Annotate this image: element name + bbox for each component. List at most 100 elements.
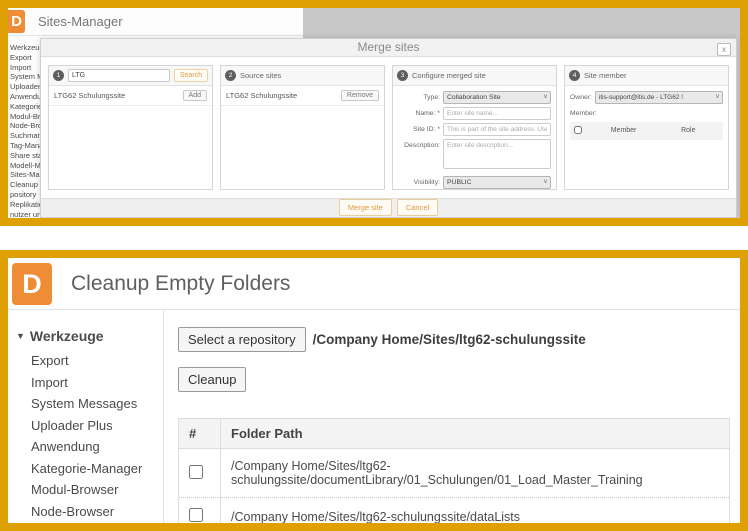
main-content: Select a repository /Company Home/Sites/… bbox=[165, 310, 740, 523]
member-table: Member Role bbox=[570, 122, 723, 140]
step4-header: 4 Site member bbox=[565, 66, 728, 86]
sidebar-item[interactable]: Anwendung bbox=[16, 436, 157, 458]
site-search-input[interactable] bbox=[68, 69, 170, 82]
sidebar-item[interactable]: Replikation bbox=[8, 200, 44, 210]
site-id-input[interactable] bbox=[443, 123, 551, 136]
chevron-down-icon: v bbox=[544, 94, 547, 100]
sidebar-item[interactable]: Modell-Ma bbox=[8, 161, 44, 171]
site-name-input[interactable] bbox=[443, 107, 551, 120]
sites-manager-window: D Sites-Manager WerkzeugExportImportSyst… bbox=[0, 0, 748, 226]
chevron-down-icon: v bbox=[716, 94, 719, 100]
table-header-row: # Folder Path bbox=[179, 419, 730, 449]
app-logo: D bbox=[8, 10, 25, 33]
select-all-members-checkbox[interactable] bbox=[574, 126, 582, 134]
sidebar-item[interactable]: Kategorie-Manager bbox=[16, 458, 157, 480]
sidebar-item[interactable]: Suchmanager bbox=[16, 522, 157, 523]
select-repository-button[interactable]: Select a repository bbox=[178, 327, 306, 352]
visibility-select-value: PUBLIC bbox=[447, 179, 472, 186]
remove-button[interactable]: Remove bbox=[341, 90, 379, 101]
number-column-header: # bbox=[179, 419, 221, 449]
sidebar-item[interactable]: Anwendun bbox=[8, 92, 44, 102]
step1-search-sites: 1 Search LTG62 Schulungssite Add bbox=[48, 65, 213, 190]
merge-site-button[interactable]: Merge site bbox=[339, 199, 392, 216]
step1-number-badge: 1 bbox=[53, 70, 64, 81]
cleanup-empty-folders-window: D Cleanup Empty Folders ▼ Werkzeuge Expo… bbox=[0, 250, 748, 531]
description-textarea[interactable] bbox=[443, 139, 551, 169]
dialog-title: Merge sites bbox=[357, 40, 419, 54]
sidebar-item[interactable]: Share stati bbox=[8, 151, 44, 161]
sidebar-item[interactable]: Suchmana bbox=[8, 131, 44, 141]
role-column-header: Role bbox=[677, 122, 723, 140]
cleanup-button[interactable]: Cleanup bbox=[178, 367, 246, 392]
repository-row: Select a repository /Company Home/Sites/… bbox=[178, 327, 730, 352]
step3-title: Configure merged site bbox=[412, 71, 486, 80]
type-select[interactable]: Collaboration Site v bbox=[443, 91, 551, 104]
sidebar-group-werkzeuge[interactable]: ▼ Werkzeuge bbox=[16, 328, 157, 344]
sidebar-item[interactable]: Sites-Mana bbox=[8, 170, 44, 180]
sidebar-item[interactable]: Cleanup Fo bbox=[8, 180, 44, 190]
type-label: Type: bbox=[398, 91, 440, 101]
step2-title: Source sites bbox=[240, 71, 281, 80]
owner-label: Owner: bbox=[570, 94, 592, 101]
member-column-header: Member bbox=[607, 122, 677, 140]
search-button[interactable]: Search bbox=[174, 69, 208, 82]
sidebar-item[interactable]: nutzer un bbox=[8, 210, 44, 218]
sidebar-item[interactable]: System Messages bbox=[16, 393, 157, 415]
dialog-body: 1 Search LTG62 Schulungssite Add 2 Sourc… bbox=[41, 57, 736, 198]
sidebar-item[interactable]: Import bbox=[16, 372, 157, 394]
step3-header: 3 Configure merged site bbox=[393, 66, 556, 86]
owner-select[interactable]: itis-support@itis.de - LTG62 ! v bbox=[595, 91, 723, 104]
name-label: Name: * bbox=[398, 107, 440, 117]
step1-header: 1 Search bbox=[49, 66, 212, 86]
sidebar-item[interactable]: Export bbox=[16, 350, 157, 372]
merge-sites-dialog: Merge sites x 1 Search LTG62 Schulungssi… bbox=[40, 38, 737, 218]
step2-number-badge: 2 bbox=[225, 70, 236, 81]
row-checkbox[interactable] bbox=[189, 465, 203, 479]
table-row: /Company Home/Sites/ltg62-schulungssite/… bbox=[179, 449, 730, 498]
chevron-down-icon: v bbox=[544, 179, 547, 185]
visibility-label: Visibility: bbox=[398, 176, 440, 186]
member-label: Member: bbox=[570, 110, 723, 117]
sidebar-item[interactable]: Tag-Manag bbox=[8, 141, 44, 151]
sidebar-item[interactable]: pository bbox=[8, 190, 44, 200]
sidebar-item[interactable]: Kategorie-M bbox=[8, 102, 44, 112]
step3-configure-site: 3 Configure merged site Type: Collaborat… bbox=[392, 65, 557, 190]
sidebar-item[interactable]: Node-Browser bbox=[16, 501, 157, 523]
cancel-button[interactable]: Cancel bbox=[397, 199, 438, 216]
site-member-body: Owner: itis-support@itis.de - LTG62 ! v … bbox=[565, 86, 728, 145]
source-site-row: LTG62 Schulungssite Remove bbox=[221, 86, 384, 106]
sidebar-item[interactable]: Node-Brow bbox=[8, 121, 44, 131]
search-result-name: LTG62 Schulungssite bbox=[54, 91, 125, 100]
tools-sidebar: WerkzeugExportImportSystem MeUploader PA… bbox=[8, 36, 44, 218]
folder-path-cell: /Company Home/Sites/ltg62-schulungssite/… bbox=[221, 498, 730, 524]
table-row: /Company Home/Sites/ltg62-schulungssite/… bbox=[179, 498, 730, 524]
sidebar-item[interactable]: Modul-Bro bbox=[8, 112, 44, 122]
page-header: D Cleanup Empty Folders bbox=[8, 258, 740, 310]
sidebar-item[interactable]: Modul-Browser bbox=[16, 479, 157, 501]
sidebar-item[interactable]: Werkzeug bbox=[8, 43, 44, 53]
dialog-header: Merge sites x bbox=[41, 39, 736, 57]
cleanup-row: Cleanup bbox=[178, 367, 730, 392]
add-button[interactable]: Add bbox=[183, 90, 207, 101]
titlebar: D Sites-Manager bbox=[8, 8, 303, 36]
close-icon[interactable]: x bbox=[717, 43, 731, 56]
folder-path-column-header: Folder Path bbox=[221, 419, 730, 449]
configure-form: Type: Collaboration Site v Name: * Site … bbox=[393, 86, 556, 189]
step2-source-sites: 2 Source sites LTG62 Schulungssite Remov… bbox=[220, 65, 385, 190]
app-logo-letter: D bbox=[22, 269, 42, 299]
sidebar-item[interactable]: Export bbox=[8, 53, 44, 63]
type-select-value: Collaboration Site bbox=[447, 94, 501, 101]
sidebar-item[interactable]: Uploader P bbox=[8, 82, 44, 92]
row-checkbox[interactable] bbox=[189, 508, 203, 522]
sidebar-item[interactable]: Uploader Plus bbox=[16, 415, 157, 437]
app-logo-letter: D bbox=[11, 13, 22, 30]
visibility-select[interactable]: PUBLIC v bbox=[443, 176, 551, 189]
collapse-triangle-icon: ▼ bbox=[16, 331, 25, 341]
dialog-footer: Merge site Cancel bbox=[41, 198, 736, 217]
folder-path-cell: /Company Home/Sites/ltg62-schulungssite/… bbox=[221, 449, 730, 498]
step3-number-badge: 3 bbox=[397, 70, 408, 81]
sidebar-group-label: Werkzeuge bbox=[30, 328, 104, 344]
sidebar-item[interactable]: Import bbox=[8, 63, 44, 73]
tools-sidebar: ▼ Werkzeuge ExportImportSystem MessagesU… bbox=[8, 310, 164, 523]
sidebar-item[interactable]: System Me bbox=[8, 72, 44, 82]
